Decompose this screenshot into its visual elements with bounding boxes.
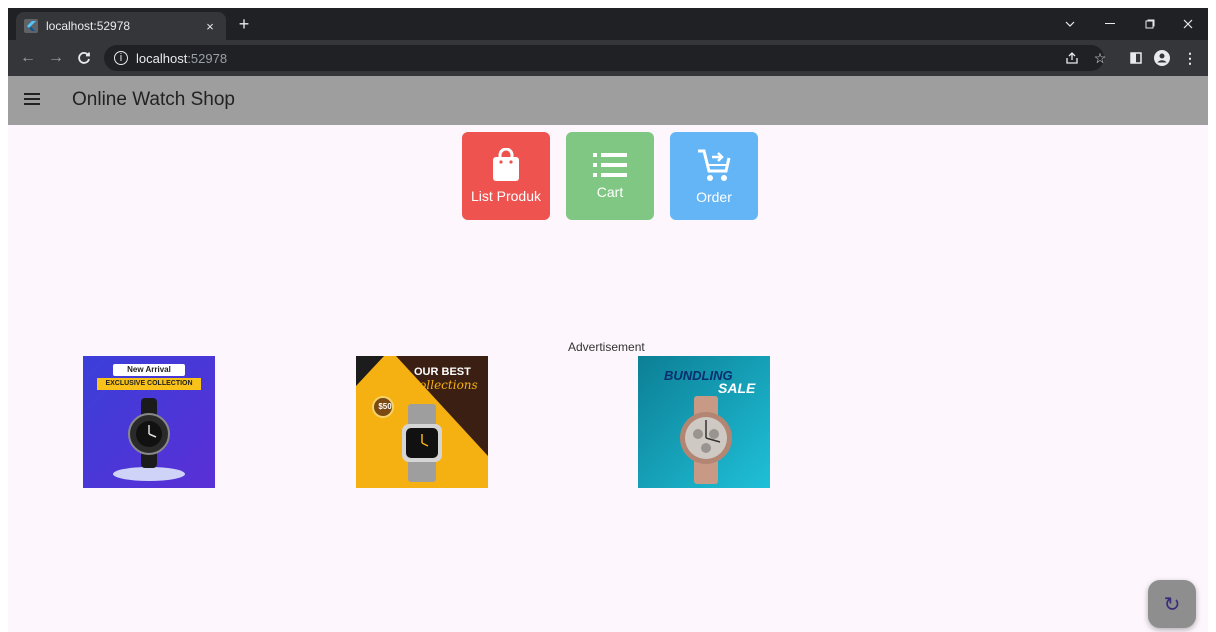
info-icon[interactable]: i [114,51,128,65]
cart-label: Cart [596,184,624,200]
app-bar: Online Watch Shop [8,76,1208,125]
list-icon [593,153,627,177]
tab-close-icon[interactable]: × [202,19,218,34]
watch-image-rosegold [680,396,732,484]
restore-icon[interactable] [1130,8,1170,40]
banner-3-subheading: SALE [718,380,756,396]
close-window-icon[interactable] [1168,8,1208,40]
browser-tab[interactable]: localhost:52978 × [16,12,226,40]
shopping-bag-icon [493,148,519,181]
banner-1-subheading: EXCLUSIVE COLLECTION [105,380,193,387]
address-bar[interactable]: i localhost:52978 [104,45,1104,71]
order-button[interactable]: Order [670,132,758,220]
browser-toolbar: ← → i localhost:52978 ☆ ⋮ [8,40,1208,76]
profile-icon[interactable] [1152,48,1172,68]
list-produk-button[interactable]: List Produk [462,132,550,220]
url-port: :52978 [187,50,228,66]
banner-1-heading: New Arrival [127,365,171,374]
tab-title: localhost:52978 [46,19,131,33]
banner-2-subheading: Collections [410,378,478,392]
reload-icon[interactable] [72,46,96,70]
ad-banner-new-arrival[interactable]: New Arrival EXCLUSIVE COLLECTION [83,356,215,488]
forward-icon[interactable]: → [44,46,68,70]
side-panel-icon[interactable] [1126,48,1146,68]
share-icon[interactable] [1062,48,1082,68]
tab-strip: localhost:52978 × + [8,8,1208,40]
star-icon[interactable]: ☆ [1090,48,1110,68]
tab-search-icon[interactable] [1050,8,1090,40]
refresh-button[interactable]: ↻ [1148,580,1196,628]
order-label: Order [696,189,732,205]
watch-image-silver [402,404,442,482]
list-produk-label: List Produk [470,188,542,204]
cart-arrow-icon [698,149,731,181]
banner-2-heading: OUR BEST [414,366,471,378]
back-icon[interactable]: ← [16,46,40,70]
ad-banner-bundling-sale[interactable]: BUNDLING SALE [638,356,770,488]
hamburger-menu-icon[interactable] [24,90,42,110]
cart-button[interactable]: Cart [566,132,654,220]
ad-banner-our-best[interactable]: OUR BEST Collections $50 [356,356,488,488]
minimize-icon[interactable] [1090,8,1130,40]
more-icon[interactable]: ⋮ [1180,48,1200,68]
refresh-icon: ↻ [1163,593,1181,616]
flutter-favicon-icon [24,19,38,33]
app-title: Online Watch Shop [72,89,235,110]
banner-2-price: $50 [378,402,392,411]
browser-window: localhost:52978 × + ← → i localhost:5297… [8,8,1208,632]
watch-image-black [113,398,185,481]
advertisement-label: Advertisement [568,340,645,354]
new-tab-button[interactable]: + [234,14,254,34]
url-host: localhost [136,50,188,66]
